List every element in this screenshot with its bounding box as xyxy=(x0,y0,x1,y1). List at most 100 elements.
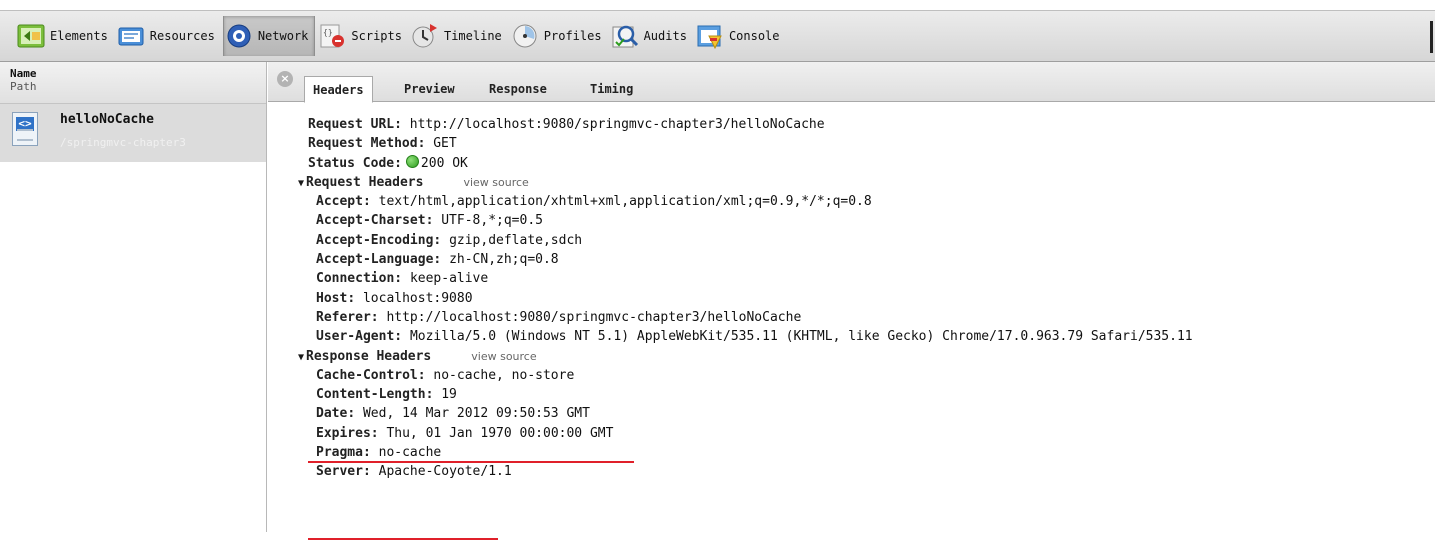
toolbar-resources[interactable]: Resources xyxy=(116,16,221,56)
header-value: text/html,application/xhtml+xml,applicat… xyxy=(378,194,872,210)
toolbar-divider xyxy=(1430,21,1433,53)
key-separator: : xyxy=(362,464,379,480)
key-separator: : xyxy=(394,329,410,345)
section-title: Request Headers xyxy=(306,174,424,190)
scripts-icon: {} xyxy=(320,24,345,48)
request-text: helloNoCache /springmvc-chapter3 xyxy=(60,112,186,150)
header-key: Host xyxy=(316,290,348,306)
header-value: gzip,deflate,sdch xyxy=(449,232,583,248)
key-separator: : xyxy=(433,232,450,248)
key-separator: : xyxy=(347,406,363,422)
toolbar-timeline[interactable]: Timeline xyxy=(410,16,508,56)
response-headers-list: Cache-Control: no-cache, no-store Content… xyxy=(268,366,1435,482)
toolbar-elements[interactable]: Elements xyxy=(16,16,114,56)
detail-tabbar: × Headers Preview Response Timing xyxy=(268,62,1435,103)
header-key: Cache-Control xyxy=(316,367,418,383)
header-key: Accept-Language xyxy=(316,252,434,268)
header-row: Server: Apache-Coyote/1.1 xyxy=(268,462,1435,481)
column-name-header[interactable]: Name xyxy=(10,67,266,80)
header-key: Connection xyxy=(316,271,395,287)
close-icon[interactable]: × xyxy=(277,71,293,87)
header-value: no-cache, no-store xyxy=(433,367,575,383)
header-value: localhost:9080 xyxy=(362,290,473,306)
toolbar-label: Scripts xyxy=(351,29,402,43)
resources-icon xyxy=(118,27,144,46)
key-separator: : xyxy=(425,387,442,403)
request-detail-panel: × Headers Preview Response Timing Reques… xyxy=(268,62,1435,540)
headers-content: Request URL: http://localhost:9080/sprin… xyxy=(268,102,1435,540)
header-row: Accept: text/html,application/xhtml+xml,… xyxy=(268,192,1435,211)
request-list-header[interactable]: Name Path xyxy=(0,62,266,104)
annotation-underline-cache-control xyxy=(308,461,634,463)
request-url-value: http://localhost:9080/springmvc-chapter3… xyxy=(409,117,825,132)
document-icon: <> xyxy=(12,112,38,146)
toolbar-label: Network xyxy=(257,29,309,43)
header-key: Content-Length xyxy=(316,387,426,403)
key-separator: : xyxy=(370,309,387,325)
header-key: Server xyxy=(316,464,363,480)
toolbar-label: Elements xyxy=(50,29,108,43)
elements-icon xyxy=(17,24,45,48)
header-value: zh-CN,zh;q=0.8 xyxy=(449,252,559,268)
header-row: Cache-Control: no-cache, no-store xyxy=(268,366,1435,385)
toolbar-label: Resources xyxy=(149,29,215,43)
tab-timing[interactable]: Timing xyxy=(582,76,641,102)
request-row[interactable]: <> helloNoCache /springmvc-chapter3 xyxy=(0,104,266,162)
request-method-row: Request Method: GET xyxy=(268,134,1435,153)
header-value: UTF-8,*;q=0.5 xyxy=(441,213,543,229)
header-value: Mozilla/5.0 (Windows NT 5.1) AppleWebKit… xyxy=(409,329,1193,345)
key-separator: : xyxy=(417,136,434,152)
key-separator: : xyxy=(425,213,442,229)
tab-preview[interactable]: Preview xyxy=(396,76,463,102)
header-key: Status Code xyxy=(308,155,395,171)
response-headers-section[interactable]: ▼ Response Headers view source xyxy=(268,347,1435,366)
toolbar-scripts[interactable]: {} Scripts xyxy=(317,16,408,56)
key-separator: : xyxy=(362,194,379,210)
expand-triangle-icon[interactable]: ▼ xyxy=(298,352,304,363)
profiles-icon xyxy=(513,24,537,48)
header-key: Accept-Charset xyxy=(316,213,426,229)
console-icon xyxy=(697,25,722,50)
toolbar-label: Profiles xyxy=(543,29,602,43)
toolbar-console[interactable]: Console xyxy=(695,16,786,56)
header-row: Accept-Encoding: gzip,deflate,sdch xyxy=(268,231,1435,250)
header-key: Request Method xyxy=(308,136,418,152)
header-row: User-Agent: Mozilla/5.0 (Windows NT 5.1)… xyxy=(268,327,1435,346)
tab-headers[interactable]: Headers xyxy=(304,76,373,103)
header-row: Accept-Language: zh-CN,zh;q=0.8 xyxy=(268,250,1435,269)
header-row: Accept-Charset: UTF-8,*;q=0.5 xyxy=(268,211,1435,230)
status-code-row: Status Code: 200 OK xyxy=(268,154,1435,173)
header-value: Thu, 01 Jan 1970 00:00:00 GMT xyxy=(386,425,614,441)
header-value: no-cache xyxy=(378,445,442,461)
status-code-value: 200 OK xyxy=(420,155,468,171)
toolbar-audits[interactable]: Audits xyxy=(610,16,693,56)
header-key: Pragma xyxy=(316,445,363,461)
view-source-link[interactable]: view source xyxy=(471,350,536,363)
request-headers-section[interactable]: ▼ Request Headers view source xyxy=(268,173,1435,192)
header-row: Referer: http://localhost:9080/springmvc… xyxy=(268,308,1435,327)
header-key: Request URL xyxy=(308,117,395,132)
request-url-row: Request URL: http://localhost:9080/sprin… xyxy=(268,115,1435,134)
header-value: Apache-Coyote/1.1 xyxy=(378,464,512,480)
key-separator: : xyxy=(433,252,450,268)
key-separator: : xyxy=(347,290,363,306)
header-key: Accept-Encoding xyxy=(316,232,434,248)
toolbar-profiles[interactable]: Profiles xyxy=(510,16,608,56)
expand-triangle-icon[interactable]: ▼ xyxy=(298,178,304,189)
tab-response[interactable]: Response xyxy=(481,76,555,102)
key-separator: : xyxy=(394,117,410,132)
timeline-icon xyxy=(412,24,437,48)
view-source-link[interactable]: view source xyxy=(463,176,528,189)
toolbar-network[interactable]: Network xyxy=(222,16,316,56)
network-icon xyxy=(227,24,251,48)
devtools-toolbar: Elements Resources Network {} Scripts Ti… xyxy=(0,10,1435,62)
header-value: Wed, 14 Mar 2012 09:50:53 GMT xyxy=(362,406,590,422)
header-value: http://localhost:9080/springmvc-chapter3… xyxy=(386,309,802,325)
header-row: Host: localhost:9080 xyxy=(268,289,1435,308)
header-row: Date: Wed, 14 Mar 2012 09:50:53 GMT xyxy=(268,404,1435,423)
top-gap xyxy=(0,0,1435,10)
header-key: Accept xyxy=(316,194,363,210)
header-key: User-Agent xyxy=(316,329,395,345)
document-icon-lines xyxy=(17,129,33,141)
key-separator: : xyxy=(370,425,387,441)
